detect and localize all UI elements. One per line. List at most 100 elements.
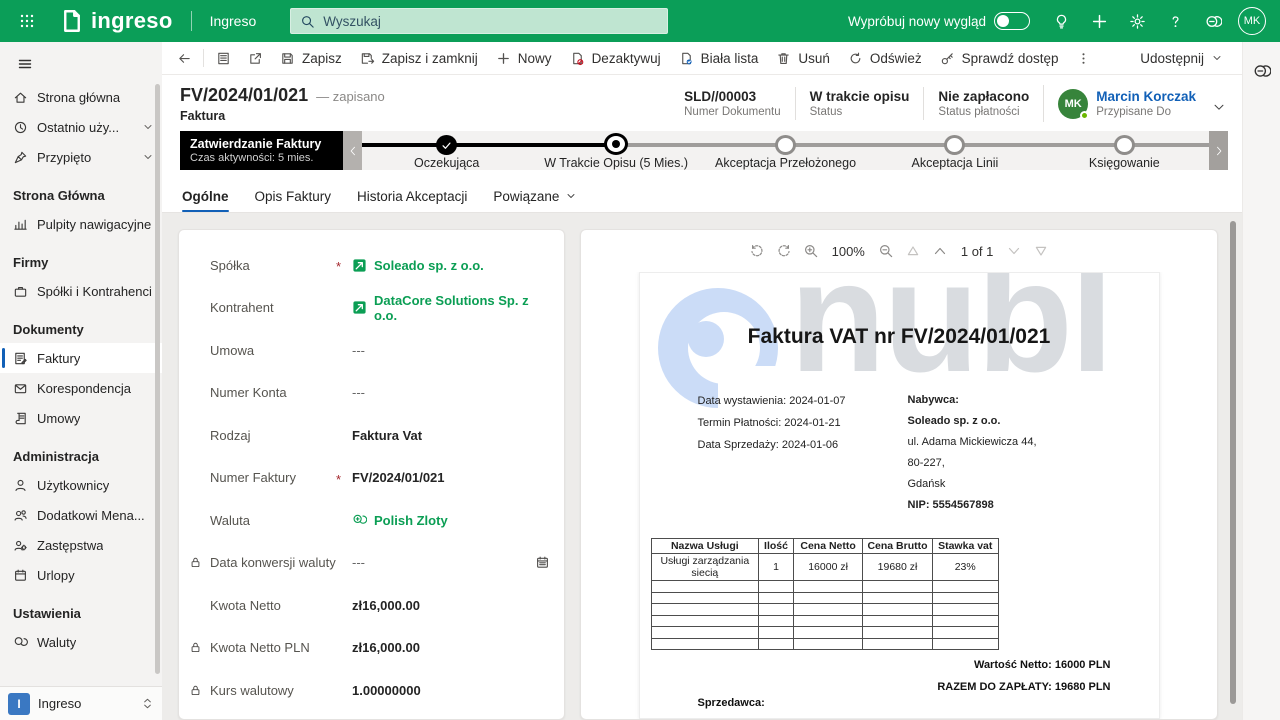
- sidebar-item-substitutions[interactable]: Zastępstwa: [0, 530, 162, 560]
- copilot-icon[interactable]: [1245, 54, 1279, 88]
- business-process-flow: Zatwierdzanie Faktury Czas aktywności: 5…: [180, 131, 1228, 170]
- assignee-avatar: MK: [1058, 88, 1090, 120]
- nav-collapse-icon[interactable]: [8, 48, 42, 80]
- zoom-out-button[interactable]: [878, 243, 894, 259]
- sidebar-item-currencies[interactable]: Waluty: [0, 627, 162, 657]
- sidebar-item-contracts[interactable]: Umowy: [0, 403, 162, 433]
- check-access-button[interactable]: Sprawdź dostęp: [931, 44, 1068, 72]
- whitelist-button[interactable]: Biała lista: [670, 44, 768, 72]
- new-look-toggle[interactable]: [994, 12, 1030, 30]
- settings-gear-icon[interactable]: [1120, 4, 1154, 38]
- open-in-new-window-button[interactable]: [239, 44, 271, 72]
- bpf-stage-akceptacja-przelozonego[interactable]: Akceptacja Przełożonego: [701, 131, 870, 170]
- calendar-icon: [537, 556, 548, 568]
- quick-create-plus-icon[interactable]: [1082, 4, 1116, 38]
- plus-icon: [497, 52, 509, 64]
- zoom-in-button[interactable]: [803, 243, 819, 259]
- save-and-close-button[interactable]: Zapisz i zamknij: [351, 44, 487, 72]
- save-button[interactable]: Zapisz: [271, 44, 351, 72]
- overflow-menu-button[interactable]: [1067, 44, 1099, 72]
- next-page-button[interactable]: [1006, 243, 1022, 259]
- clock-icon: [14, 121, 27, 133]
- assignee-link[interactable]: Marcin Korczak: [1096, 89, 1196, 104]
- field-numer-konta[interactable]: Numer Konta ---: [187, 372, 552, 415]
- deactivate-button[interactable]: Dezaktywuj: [561, 44, 670, 72]
- sidebar-item-vacations[interactable]: Urlopy: [0, 560, 162, 590]
- main-scrollbar[interactable]: [1230, 221, 1236, 704]
- bpf-scroll-right-button[interactable]: [1209, 131, 1228, 170]
- refresh-button[interactable]: Odśwież: [839, 44, 931, 72]
- tab-opis-faktury[interactable]: Opis Faktury: [255, 180, 332, 212]
- chevron-down-icon: [1214, 104, 1224, 110]
- field-data-konwersji-waluty[interactable]: Data konwersji waluty ---: [187, 542, 552, 585]
- calendar-icon: [15, 569, 26, 581]
- stage-future-icon: [775, 135, 797, 155]
- form-selector-button[interactable]: [207, 44, 239, 72]
- nav-scrollbar[interactable]: [155, 84, 160, 674]
- chevron-down-icon: [1213, 56, 1221, 60]
- header-collapse-button[interactable]: [1202, 94, 1228, 114]
- field-numer-faktury[interactable]: Numer Faktury * FV/2024/01/021: [187, 457, 552, 500]
- previous-page-button[interactable]: [932, 243, 948, 259]
- brand-logo[interactable]: ingreso: [60, 8, 173, 34]
- tab-powiazane[interactable]: Powiązane: [493, 180, 577, 212]
- right-rail: [1242, 42, 1280, 720]
- nav-section-title: Administracja: [13, 449, 99, 464]
- invoice-page: nubl Faktura VAT nr FV/2024/01/021 Data …: [638, 272, 1160, 719]
- field-kwota-netto-pln[interactable]: Kwota Netto PLN zł16,000.00: [187, 627, 552, 670]
- search-input[interactable]: [323, 13, 659, 29]
- global-search[interactable]: [290, 8, 669, 34]
- field-waluta[interactable]: Waluta Polish Zloty: [187, 499, 552, 542]
- last-page-button[interactable]: [1033, 243, 1049, 259]
- refresh-icon: [850, 52, 861, 63]
- new-button[interactable]: Nowy: [487, 44, 561, 72]
- sidebar-item-companies[interactable]: Spółki i Kontrahenci: [0, 276, 162, 306]
- help-icon[interactable]: [1158, 4, 1192, 38]
- bpf-scroll-left-button[interactable]: [343, 131, 362, 170]
- back-button[interactable]: [168, 44, 200, 72]
- rotate-right-button[interactable]: [776, 243, 792, 259]
- chevron-left-icon: [350, 146, 355, 155]
- share-button[interactable]: Udostępnij: [1131, 44, 1232, 72]
- sidebar-item-users[interactable]: Użytkownicy: [0, 470, 162, 500]
- field-kwota-netto[interactable]: Kwota Netto zł16,000.00: [187, 584, 552, 627]
- delete-button[interactable]: Usuń: [767, 44, 839, 72]
- vertical-ellipsis-icon: [1082, 52, 1085, 64]
- app-launcher-icon[interactable]: [10, 4, 44, 38]
- field-kontrahent[interactable]: Kontrahent DataCore Solutions Sp. z o.o.: [187, 287, 552, 330]
- field-rodzaj[interactable]: Rodzaj Faktura Vat: [187, 414, 552, 457]
- header-field-assigned-to[interactable]: MK Marcin Korczak Przypisane Do: [1043, 85, 1202, 122]
- sidebar-item-correspondence[interactable]: Korespondencja: [0, 373, 162, 403]
- header-field-status: W trakcie opisu Status: [794, 87, 924, 120]
- sidebar-item-invoices[interactable]: Faktury: [0, 343, 162, 373]
- bpf-stage-ksiegowanie[interactable]: Księgowanie: [1040, 131, 1209, 170]
- zoom-level: 100%: [831, 243, 865, 259]
- dynamics-filter-icon[interactable]: [1196, 4, 1230, 38]
- user-avatar[interactable]: MK: [1238, 7, 1266, 35]
- rotate-left-button[interactable]: [749, 243, 765, 259]
- save-close-icon: [361, 52, 374, 64]
- required-mark: *: [336, 259, 342, 275]
- people-icon: [14, 509, 27, 521]
- sidebar-item-additional-managers[interactable]: Dodatkowi Mena...: [0, 500, 162, 530]
- tab-historia-akceptacji[interactable]: Historia Akceptacji: [357, 180, 467, 212]
- bpf-stage-w-trakcie-opisu[interactable]: W Trakcie Opisu (5 Mies.): [531, 131, 700, 170]
- table-row-empty: [650, 637, 999, 650]
- field-spolka[interactable]: Spółka * Soleado sp. z o.o.: [187, 244, 552, 287]
- sidebar-item-recent[interactable]: Ostatnio uży...: [0, 112, 162, 142]
- sidebar-item-dashboards[interactable]: Pulpity nawigacyjne: [0, 209, 162, 239]
- field-kurs-walutowy[interactable]: Kurs walutowy 1.00000000: [187, 669, 552, 712]
- document-page-area[interactable]: nubl Faktura VAT nr FV/2024/01/021 Data …: [581, 272, 1217, 719]
- field-umowa[interactable]: Umowa ---: [187, 329, 552, 372]
- bpf-stage-akceptacja-linii[interactable]: Akceptacja Linii: [870, 131, 1039, 170]
- app-tile: I: [8, 692, 30, 715]
- app-switcher[interactable]: I Ingreso: [0, 686, 162, 720]
- bpf-stage-oczekujaca[interactable]: Oczekująca: [362, 131, 531, 170]
- tab-ogolne[interactable]: Ogólne: [182, 180, 229, 212]
- date-picker-button[interactable]: [535, 555, 550, 570]
- idea-bulb-icon[interactable]: [1044, 4, 1078, 38]
- sidebar-item-pinned[interactable]: Przypięto: [0, 142, 162, 172]
- sidebar-item-home[interactable]: Strona główna: [0, 82, 162, 112]
- bpf-process-label: Zatwierdzanie Faktury Czas aktywności: 5…: [180, 131, 343, 170]
- first-page-button[interactable]: [905, 243, 921, 259]
